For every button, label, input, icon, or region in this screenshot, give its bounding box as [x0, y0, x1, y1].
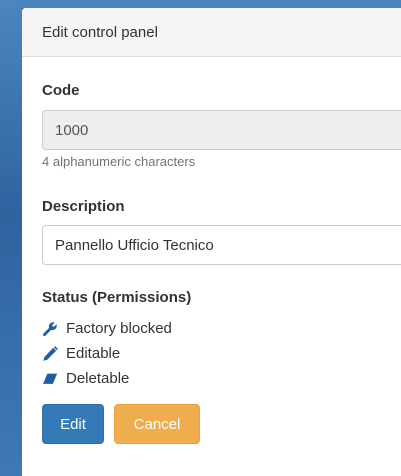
permissions-list: Factory blocked Editable Deletable [42, 316, 172, 391]
panel-title: Edit control panel [42, 23, 158, 41]
pencil-icon [42, 345, 58, 362]
cancel-button[interactable]: Cancel [114, 404, 200, 444]
permission-label: Factory blocked [66, 320, 172, 337]
permission-label: Deletable [66, 370, 130, 387]
code-field[interactable]: 1000 [42, 110, 401, 150]
edit-button[interactable]: Edit [42, 404, 104, 444]
permission-deletable: Deletable [42, 366, 172, 391]
description-value: Pannello Ufficio Tecnico [55, 236, 214, 254]
wrench-icon [42, 321, 58, 337]
eraser-icon [42, 371, 58, 387]
permission-label: Editable [66, 345, 121, 362]
panel-header: Edit control panel [22, 8, 401, 57]
background-left-edge [0, 0, 22, 476]
permission-editable: Editable [42, 341, 172, 366]
code-value: 1000 [55, 121, 89, 139]
background-top [0, 0, 401, 8]
code-label: Code [42, 82, 80, 99]
description-field[interactable]: Pannello Ufficio Tecnico [42, 225, 401, 265]
description-label: Description [42, 198, 125, 215]
status-permissions-label: Status (Permissions) [42, 289, 192, 306]
permission-factory-blocked: Factory blocked [42, 316, 172, 341]
edit-control-panel-dialog: Edit control panel Code 1000 4 alphanume… [22, 8, 401, 476]
code-help-text: 4 alphanumeric characters [42, 154, 196, 169]
